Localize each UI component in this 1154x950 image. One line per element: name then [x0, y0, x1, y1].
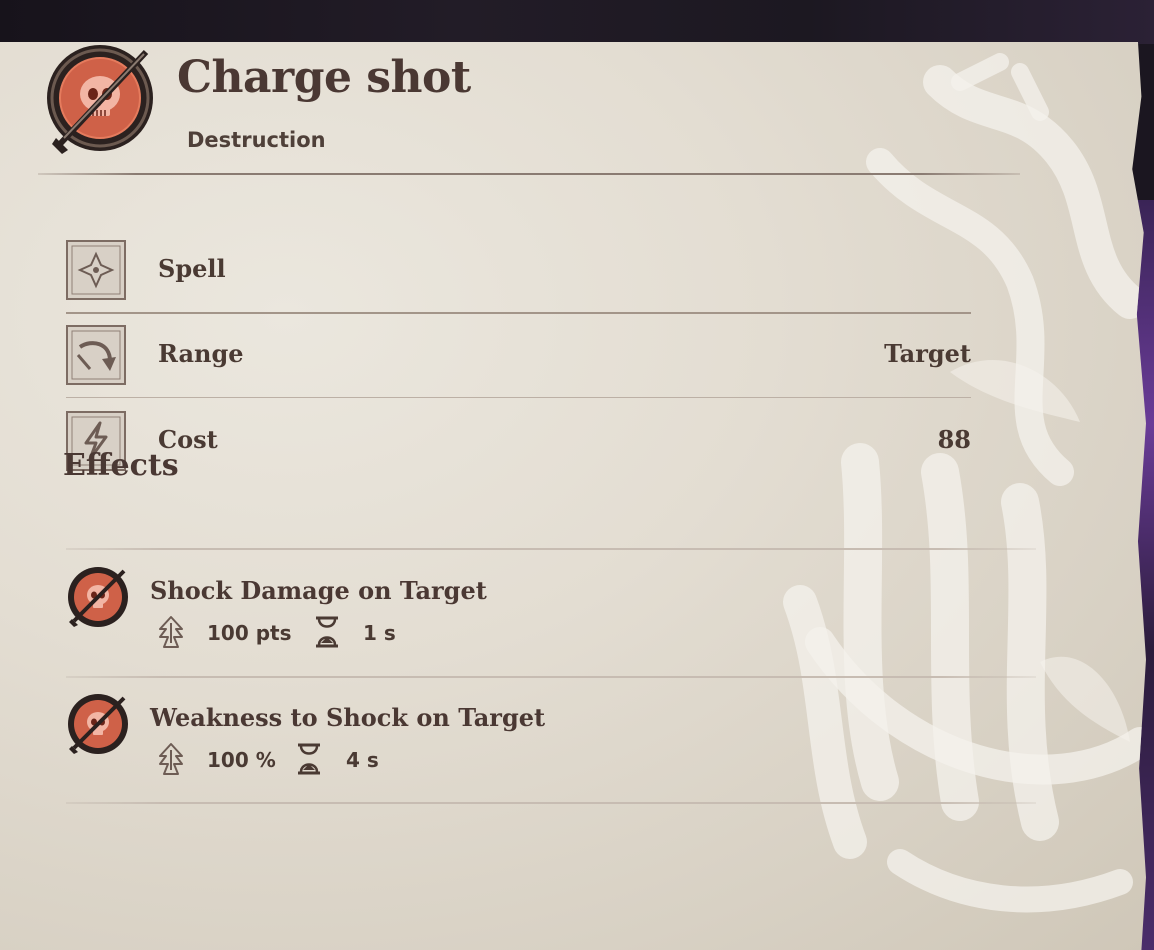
hourglass-icon [316, 616, 338, 648]
spell-school: Destruction [187, 128, 326, 152]
spell-diamond-icon [66, 240, 126, 300]
watermark-emblem [783, 53, 1146, 913]
property-value: 88 [937, 425, 971, 454]
spell-skull-icon [47, 45, 153, 154]
effect-name: Shock Damage on Target [150, 576, 487, 605]
row-divider [66, 397, 971, 398]
spell-tooltip-panel [0, 42, 1146, 950]
effects-heading: Effects [63, 448, 179, 483]
effect-duration: 4 s [346, 748, 379, 772]
property-row-range: Range Target [66, 325, 971, 385]
property-row-cost: Cost 88 [66, 411, 971, 471]
background-top [0, 0, 1154, 44]
effect-magnitude: 100 % [207, 748, 276, 772]
property-label: Spell [158, 254, 226, 283]
range-arrow-icon [66, 325, 126, 385]
property-row-type: Spell [66, 240, 971, 300]
effect-skull-icon [68, 694, 128, 754]
hourglass-icon [298, 743, 320, 775]
effects-divider [66, 676, 1036, 678]
magnitude-icon [159, 616, 183, 648]
effect-duration: 1 s [363, 621, 396, 645]
effect-skull-icon [68, 567, 128, 627]
spell-title: Charge shot [177, 52, 471, 103]
effect-magnitude: 100 pts [207, 621, 292, 645]
effects-divider [66, 548, 1036, 550]
magnitude-icon [159, 743, 183, 775]
property-value: Target [884, 339, 971, 368]
effects-divider [66, 802, 1036, 804]
property-label: Range [158, 339, 244, 368]
row-divider [66, 312, 971, 314]
effect-name: Weakness to Shock on Target [150, 703, 546, 732]
header-divider [38, 173, 1020, 175]
